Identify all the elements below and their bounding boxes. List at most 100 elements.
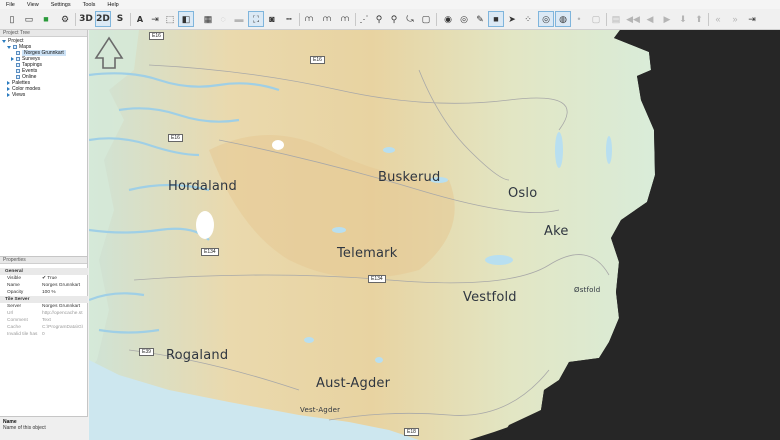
- layer-icon[interactable]: ◧: [178, 11, 194, 27]
- cursor-icon[interactable]: ➤: [504, 11, 520, 27]
- profile-icon[interactable]: ⩋: [300, 11, 318, 27]
- map-outline-icon[interactable]: ◌: [215, 11, 231, 27]
- scale-bar-icon[interactable]: ┅: [281, 11, 297, 27]
- prop-row-visible[interactable]: Visible ✔ True: [0, 275, 88, 282]
- dot-icon[interactable]: •: [571, 11, 587, 27]
- import-icon[interactable]: ⇥: [147, 11, 163, 27]
- checkbox[interactable]: [13, 45, 17, 49]
- menu-file[interactable]: File: [6, 2, 15, 8]
- map-label-vest-agder: Vest-Agder: [300, 406, 341, 414]
- step-back-icon[interactable]: ◀: [642, 11, 658, 27]
- fill-square-icon[interactable]: ■: [488, 11, 504, 27]
- measure-icon[interactable]: ◉: [440, 11, 456, 27]
- ruler-icon[interactable]: ▬: [231, 11, 247, 27]
- prop-row-invalid-tile[interactable]: Invalid tile has 0: [0, 331, 88, 338]
- toolbar-separator: [708, 13, 709, 26]
- prop-key: Server: [7, 304, 22, 309]
- prop-key: Comment: [7, 318, 28, 323]
- frame-icon[interactable]: ▢: [418, 11, 434, 27]
- project-tree-title: Project Tree: [0, 30, 87, 37]
- menu-help[interactable]: Help: [107, 2, 118, 8]
- rewind-icon[interactable]: ◀◀: [625, 11, 641, 27]
- open-folder-icon[interactable]: ▭: [21, 11, 37, 27]
- menu-view[interactable]: View: [27, 2, 39, 8]
- chart-dim-icon[interactable]: ▤: [608, 11, 624, 27]
- square-dim-icon[interactable]: ▢: [588, 11, 604, 27]
- scatter-icon[interactable]: ⁘: [520, 11, 536, 27]
- grid-icon[interactable]: ▦: [200, 11, 216, 27]
- view-2d-button[interactable]: 2D: [95, 11, 111, 27]
- prop-category-general[interactable]: General: [0, 268, 88, 275]
- road-shield: E16: [310, 56, 325, 64]
- road-shield: E39: [139, 348, 154, 356]
- toolbar: ▯ ▭ ■ ⚙ 3D 2D S A ⇥ ⬚ ◧ ▦ ◌ ▬ ⛶ ◙ ┅ ⩋ ⩋ …: [0, 9, 780, 30]
- map-label-hordaland: Hordaland: [168, 179, 237, 194]
- map-label-rogaland: Rogaland: [166, 348, 229, 363]
- settings-tool-icon[interactable]: ⚙: [57, 11, 73, 27]
- text-tool-button[interactable]: A: [132, 11, 148, 27]
- prop-category-tile-server[interactable]: Tile Server: [0, 296, 88, 303]
- layers-stack-icon[interactable]: ◎: [456, 11, 472, 27]
- cube-icon[interactable]: ⬚: [162, 11, 178, 27]
- expand-icon[interactable]: [11, 57, 14, 61]
- expand-icon[interactable]: [7, 93, 10, 97]
- network-icon[interactable]: ⋰: [356, 11, 372, 27]
- globe-icon[interactable]: ◍: [555, 11, 571, 27]
- checkbox[interactable]: [16, 69, 20, 73]
- new-project-icon[interactable]: ▯: [4, 11, 20, 27]
- prop-row-opacity[interactable]: Opacity 100 %: [0, 289, 88, 296]
- prop-key: General: [5, 269, 23, 274]
- play-icon[interactable]: ▶: [659, 11, 675, 27]
- arrow-up-icon[interactable]: ⬆: [691, 11, 707, 27]
- expand-icon[interactable]: [7, 87, 10, 91]
- profile-2-icon[interactable]: ⩋: [318, 11, 336, 27]
- prop-row-name[interactable]: Name Norges Grunnkart: [0, 282, 88, 289]
- view-3d-button[interactable]: 3D: [78, 11, 94, 27]
- map-view[interactable]: Hordaland Buskerud Oslo Ake Telemark Ves…: [89, 30, 780, 440]
- prop-value: Norges Grunnkart: [42, 283, 81, 288]
- toolbar-separator: [75, 13, 76, 26]
- checkbox[interactable]: [16, 63, 20, 67]
- first-page-icon[interactable]: «: [710, 11, 726, 27]
- prop-value: ✔ True: [42, 276, 57, 281]
- road-shield: E134: [368, 275, 386, 283]
- prop-key: Tile Server: [5, 297, 30, 302]
- map-label-ake: Ake: [544, 224, 569, 239]
- screenshot-icon[interactable]: ◙: [264, 11, 280, 27]
- expand-icon[interactable]: [7, 45, 11, 49]
- brush-icon[interactable]: ✎: [472, 11, 488, 27]
- prop-row-url[interactable]: Url http://opencache.st: [0, 310, 88, 317]
- menu-settings[interactable]: Settings: [51, 2, 71, 8]
- map-label-vestfold: Vestfold: [463, 290, 517, 305]
- properties-panel: Properties General Visible ✔ True Name Nor…: [0, 256, 88, 440]
- map-label-telemark: Telemark: [337, 246, 398, 261]
- prop-row-cache[interactable]: Cache C:\ProgramData\G\: [0, 324, 88, 331]
- pin-add-icon[interactable]: ⚲: [386, 11, 402, 27]
- prop-key: Opacity: [7, 290, 24, 295]
- prop-value: 100 %: [42, 290, 56, 295]
- map-label-oslo: Oslo: [508, 186, 538, 201]
- profile-3-icon[interactable]: ⩋: [336, 11, 354, 27]
- checkbox[interactable]: [16, 51, 20, 55]
- last-page-icon[interactable]: »: [727, 11, 743, 27]
- pin-icon[interactable]: ⚲: [371, 11, 387, 27]
- path-icon[interactable]: ⤿: [402, 11, 418, 27]
- map-canvas[interactable]: [89, 30, 780, 440]
- tree-item-views[interactable]: Views: [7, 92, 25, 98]
- expand-icon[interactable]: [7, 81, 10, 85]
- prop-value: Text: [42, 318, 51, 323]
- prop-row-comment[interactable]: Comment Text: [0, 317, 88, 324]
- view-s-button[interactable]: S: [112, 11, 128, 27]
- menu-tools[interactable]: Tools: [83, 2, 96, 8]
- zoom-extent-icon[interactable]: ⛶: [248, 11, 264, 27]
- exit-icon[interactable]: ⇥: [744, 11, 760, 27]
- checkbox[interactable]: [16, 57, 20, 61]
- prop-row-server[interactable]: Server Norges Grunnkart: [0, 303, 88, 310]
- prop-value: Norges Grunnkart: [42, 304, 81, 309]
- arrow-down-icon[interactable]: ⬇: [675, 11, 691, 27]
- expand-icon[interactable]: [2, 39, 6, 43]
- toolbar-separator: [436, 13, 437, 26]
- target-icon[interactable]: ◎: [538, 11, 554, 27]
- checkbox[interactable]: [16, 75, 20, 79]
- save-icon[interactable]: ■: [38, 11, 54, 27]
